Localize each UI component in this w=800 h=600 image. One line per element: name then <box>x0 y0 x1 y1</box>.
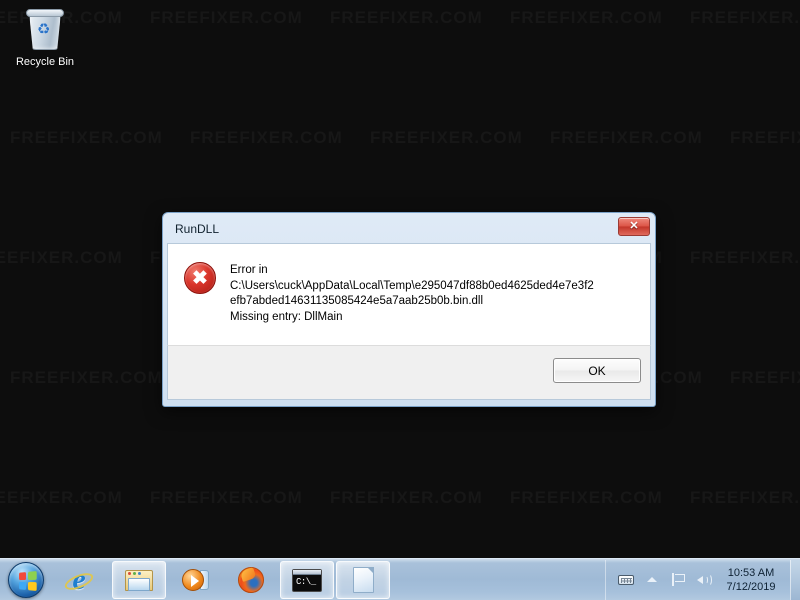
folder-icon <box>123 564 155 596</box>
clock-time: 10:53 AM <box>727 566 775 579</box>
watermark-text: FREEFIXER.COM <box>510 8 663 28</box>
speaker-icon[interactable] <box>696 572 712 588</box>
taskbar-item-internet-explorer[interactable]: e <box>52 561 106 599</box>
recycle-bin-icon: ♻ <box>21 6 69 54</box>
internet-explorer-icon: e <box>62 563 96 596</box>
taskbar[interactable]: e C:\_ 10:53 AM 7/12/2019 <box>0 558 800 600</box>
dialog-title-bar[interactable]: RunDLL ✕ <box>167 217 651 243</box>
dialog-title: RunDLL <box>175 222 220 236</box>
error-message-line-2: C:\Users\cuck\AppData\Local\Temp\e295047… <box>230 279 594 292</box>
recycle-symbol: ♻ <box>37 21 51 38</box>
system-tray[interactable]: 10:53 AM 7/12/2019 <box>605 559 790 600</box>
error-icon: ✖ <box>184 262 216 294</box>
document-icon <box>347 564 379 596</box>
watermark-text: FREEFIXER.COM <box>330 8 483 28</box>
show-desktop-button[interactable] <box>790 559 800 600</box>
taskbar-buttons[interactable]: e C:\_ <box>52 560 601 600</box>
error-message: Error in C:\Users\cuck\AppData\Local\Tem… <box>230 262 594 325</box>
ok-button[interactable]: OK <box>553 358 641 383</box>
clock-date: 7/12/2019 <box>726 580 776 593</box>
taskbar-item-document[interactable] <box>336 560 390 599</box>
watermark-text: FREEFIXER.COM <box>150 488 303 508</box>
watermark-text: FREEFIXER.COM <box>370 128 523 148</box>
message-area: ✖ Error in C:\Users\cuck\AppData\Local\T… <box>168 244 650 325</box>
firefox-icon <box>235 564 267 596</box>
watermark-text: FREEFIXER.COM <box>0 248 123 268</box>
command-prompt-icon: C:\_ <box>291 564 323 596</box>
desktop-icon-recycle-bin[interactable]: ♻ Recycle Bin <box>8 6 82 69</box>
chevron-up-icon[interactable] <box>644 572 660 588</box>
error-message-line-4: Missing entry: DllMain <box>230 310 343 323</box>
watermark-text: FREEFIXER.COM <box>690 488 800 508</box>
watermark-text: FREEFIXER.COM <box>10 128 163 148</box>
taskbar-item-media-player[interactable] <box>168 561 222 599</box>
taskbar-item-windows-explorer[interactable] <box>112 560 166 599</box>
close-button[interactable]: ✕ <box>618 217 650 236</box>
error-message-line-1: Error in <box>230 264 268 276</box>
start-button[interactable] <box>0 560 52 600</box>
taskbar-item-command-prompt[interactable]: C:\_ <box>280 560 334 599</box>
watermark-text: FREEFIXER.COM <box>690 248 800 268</box>
watermark-text: FREEFIXER.COM <box>330 488 483 508</box>
desktop[interactable]: FREEFIXER.COM FREEFIXER.COM FREEFIXER.COM F… <box>0 0 800 600</box>
dialog-body: ✖ Error in C:\Users\cuck\AppData\Local\T… <box>167 243 651 345</box>
clock[interactable]: 10:53 AM 7/12/2019 <box>722 566 784 594</box>
error-x-glyph: ✖ <box>192 268 208 289</box>
watermark-text: FREEFIXER.COM <box>730 368 800 388</box>
media-player-icon <box>179 564 211 596</box>
watermark-text: FREEFIXER.COM <box>150 8 303 28</box>
desktop-icon-label: Recycle Bin <box>15 56 75 68</box>
watermark-text: FREEFIXER.COM <box>550 128 703 148</box>
rundll-error-dialog[interactable]: RunDLL ✕ ✖ Error in C:\Users\cuck\AppDat… <box>162 212 656 407</box>
flag-icon[interactable] <box>670 572 686 588</box>
taskbar-item-firefox[interactable] <box>224 561 278 599</box>
watermark-text: FREEFIXER.COM <box>690 8 800 28</box>
watermark-text: FREEFIXER.COM <box>10 368 163 388</box>
keyboard-icon[interactable] <box>618 572 634 588</box>
watermark-text: FREEFIXER.COM <box>0 488 123 508</box>
watermark-text: FREEFIXER.COM <box>190 128 343 148</box>
error-message-line-3: efb7abded14631135085424e5a7aab25b0b.bin.… <box>230 295 484 307</box>
watermark-text: FREEFIXER.COM <box>510 488 663 508</box>
close-icon: ✕ <box>629 220 639 232</box>
dialog-footer: OK <box>167 345 651 400</box>
watermark-text: FREEFIXER.COM <box>730 128 800 148</box>
windows-logo-icon <box>8 561 44 598</box>
